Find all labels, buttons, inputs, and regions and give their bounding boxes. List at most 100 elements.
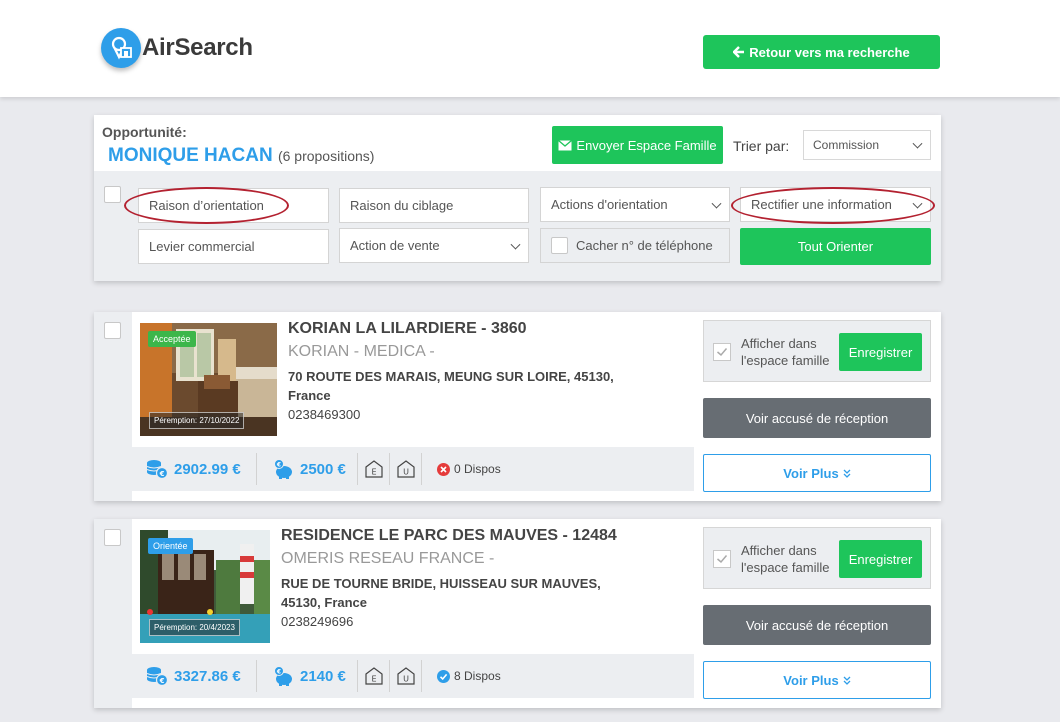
stat-divider — [389, 453, 390, 485]
show-family-checkbox[interactable] — [713, 550, 731, 568]
result-card: Orientée Péremption: 20/4/2023 RESIDENCE… — [94, 519, 941, 708]
availability-indicator: 0 Dispos — [437, 447, 501, 491]
arrow-left-icon — [733, 46, 745, 58]
stat-divider — [357, 453, 358, 485]
save-button[interactable]: Enregistrer — [839, 333, 922, 371]
sales-action-value: Action de vente — [350, 238, 440, 253]
stat-divider — [421, 453, 422, 485]
card-select-strip — [94, 312, 132, 501]
see-more-button[interactable]: Voir Plus — [703, 454, 931, 492]
facility-group: OMERIS RESEAU FRANCE - — [281, 550, 495, 567]
stat-divider — [357, 660, 358, 692]
see-more-button[interactable]: Voir Plus — [703, 661, 931, 699]
show-family-panel: Afficher dans l'espace famille Enregistr… — [703, 527, 931, 589]
back-to-search-button[interactable]: Retour vers ma recherche — [703, 35, 940, 69]
card-select-strip — [94, 519, 132, 708]
house-e-icon: E — [365, 667, 383, 685]
house-e-icon: E — [365, 460, 383, 478]
show-family-panel: Afficher dans l'espace famille Enregistr… — [703, 320, 931, 382]
chevron-down-icon — [711, 198, 722, 209]
availability-indicator: 8 Dispos — [437, 654, 501, 698]
orient-all-button[interactable]: Tout Orienter — [740, 228, 931, 265]
result-checkbox[interactable] — [104, 529, 121, 546]
result-checkbox[interactable] — [104, 322, 121, 339]
show-family-checkbox[interactable] — [713, 343, 731, 361]
availability-count: 0 Dispos — [454, 462, 501, 476]
svg-text:E: E — [371, 468, 376, 477]
house-u-icon: U — [397, 667, 415, 685]
send-family-space-label: Envoyer Espace Famille — [576, 137, 717, 153]
app-logo[interactable]: AirSearch — [101, 28, 253, 68]
svg-text:U: U — [403, 468, 409, 477]
chevron-down-icon — [510, 239, 521, 250]
highlight-ellipse — [731, 187, 935, 224]
svg-text:€: € — [159, 677, 165, 685]
price-stat: € 2140 € — [272, 654, 346, 698]
orientation-actions-value: Actions d'orientation — [551, 197, 668, 212]
phone-number: 0238249696 — [281, 614, 354, 629]
targeting-reason-field[interactable]: Raison du ciblage — [339, 188, 529, 223]
house-u-icon: U — [397, 460, 415, 478]
proposition-count: (6 propositions) — [277, 148, 375, 164]
check-icon — [717, 348, 728, 357]
facility-photo[interactable]: Orientée Péremption: 20/4/2023 — [140, 530, 270, 643]
top-header: AirSearch Retour vers ma recherche — [0, 0, 1060, 97]
location-pin-icon — [101, 28, 141, 68]
opportunity-card: Opportunité: MONIQUE HACAN (6 propositio… — [94, 115, 941, 281]
send-family-space-button[interactable]: Envoyer Espace Famille — [552, 126, 723, 164]
check-icon — [717, 555, 728, 564]
expiry-date: Péremption: 27/10/2022 — [149, 412, 245, 429]
commission-stat: € 2902.99 € — [146, 447, 241, 491]
svg-text:E: E — [371, 675, 376, 684]
highlight-ellipse — [124, 187, 289, 224]
status-badge: Orientée — [148, 538, 193, 554]
save-button[interactable]: Enregistrer — [839, 540, 922, 578]
view-receipt-button[interactable]: Voir accusé de réception — [703, 605, 931, 645]
check-circle-icon — [437, 669, 450, 683]
svg-text:U: U — [403, 675, 409, 684]
orientation-actions-select[interactable]: Actions d'orientation — [540, 187, 730, 222]
double-chevron-down-icon — [843, 469, 851, 478]
select-all-checkbox[interactable] — [104, 186, 121, 203]
availability-count: 8 Dispos — [454, 669, 501, 683]
facility-title[interactable]: RESIDENCE LE PARC DES MAUVES - 12484 — [281, 527, 617, 545]
back-to-search-label: Retour vers ma recherche — [749, 44, 910, 60]
commercial-lever-field[interactable]: Levier commercial — [138, 229, 329, 264]
piggy-bank-icon: € — [274, 666, 292, 686]
commission-value: 3327.86 € — [174, 667, 241, 685]
double-chevron-down-icon — [843, 676, 851, 685]
svg-text:€: € — [159, 470, 165, 478]
view-receipt-button[interactable]: Voir accusé de réception — [703, 398, 931, 438]
facility-address: RUE DE TOURNE BRIDE, HUISSEAU SUR MAUVES… — [281, 574, 601, 631]
facility-photo[interactable]: Acceptée Péremption: 27/10/2022 — [140, 323, 277, 436]
address-text: 70 ROUTE DES MARAIS, MEUNG SUR LOIRE, 45… — [288, 369, 614, 403]
facility-group: KORIAN - MEDICA - — [288, 343, 435, 360]
commission-value: 2902.99 € — [174, 460, 241, 478]
coins-icon: € — [146, 460, 168, 479]
stat-divider — [421, 660, 422, 692]
app-name: AirSearch — [142, 34, 253, 61]
svg-text:€: € — [276, 462, 281, 469]
price-value: 2140 € — [300, 667, 346, 685]
hide-phone-toggle[interactable]: Cacher n° de téléphone — [540, 228, 730, 263]
hide-phone-checkbox[interactable] — [551, 237, 568, 254]
coins-icon: € — [146, 667, 168, 686]
show-family-label: Afficher dans l'espace famille — [741, 336, 830, 368]
svg-text:€: € — [276, 669, 281, 676]
opportunity-label: Opportunité: — [102, 124, 187, 140]
show-family-label: Afficher dans l'espace famille — [741, 543, 830, 575]
chevron-down-icon — [912, 138, 923, 149]
stats-bar: € 2902.99 € € 2500 € E U 0 Dispos — [132, 447, 694, 491]
client-name: MONIQUE HACAN — [108, 145, 273, 166]
commercial-lever-placeholder: Levier commercial — [149, 239, 255, 254]
stats-bar: € 3327.86 € € 2140 € E U 8 Dispos — [132, 654, 694, 698]
price-value: 2500 € — [300, 460, 346, 478]
status-badge: Acceptée — [148, 331, 196, 347]
see-more-label: Voir Plus — [783, 672, 839, 688]
piggy-bank-icon: € — [274, 459, 292, 479]
sort-select[interactable]: Commission — [803, 130, 931, 160]
sort-label: Trier par: — [733, 138, 790, 154]
sales-action-select[interactable]: Action de vente — [339, 228, 529, 263]
facility-title[interactable]: KORIAN LA LILARDIERE - 3860 — [288, 320, 527, 338]
opportunity-name: MONIQUE HACAN (6 propositions) — [108, 145, 374, 167]
